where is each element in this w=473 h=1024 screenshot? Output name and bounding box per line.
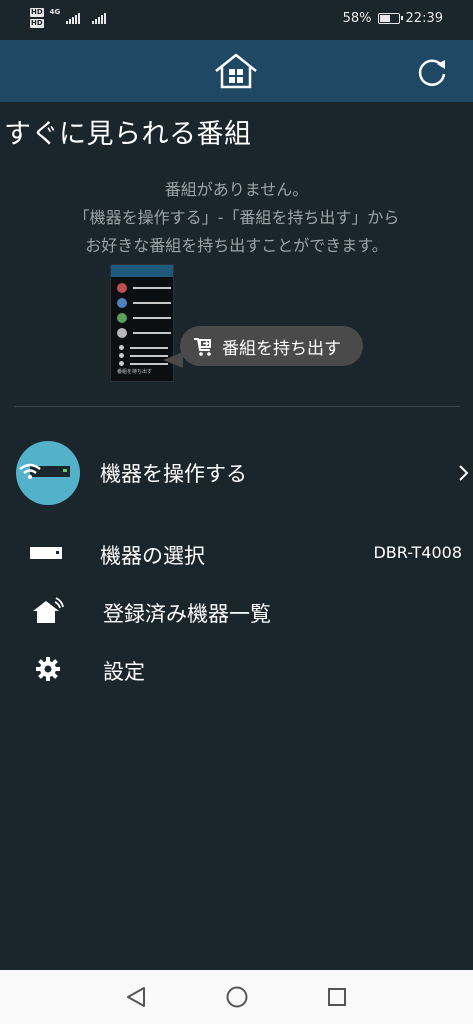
registered-devices-item[interactable]: 登録済み機器一覧 bbox=[0, 588, 473, 634]
hd-badge: HD bbox=[30, 19, 44, 28]
select-device-item[interactable]: 機器の選択 DBR-T4008 bbox=[0, 530, 473, 576]
chevron-right-icon bbox=[459, 465, 469, 481]
back-button[interactable] bbox=[123, 984, 149, 1010]
recorder-icon bbox=[30, 547, 62, 559]
refresh-button[interactable] bbox=[412, 52, 452, 92]
status-bar: HD HD 4G 58% 22:39 bbox=[0, 0, 473, 40]
back-icon bbox=[127, 987, 145, 1007]
illustration-caption: 番組を持ち出す bbox=[117, 369, 153, 375]
recents-button[interactable] bbox=[324, 984, 350, 1010]
circle-home-icon bbox=[226, 986, 248, 1008]
cart-icon bbox=[194, 338, 211, 356]
settings-label: 設定 bbox=[103, 660, 145, 684]
settings-item[interactable]: 設定 bbox=[0, 646, 473, 692]
empty-message: 番組がありません。 「機器を操作する」-「番組を持ち出す」から お好きな番組を持… bbox=[0, 176, 473, 260]
network-type: 4G bbox=[49, 8, 61, 16]
operate-device-item[interactable]: 機器を操作する bbox=[0, 436, 473, 510]
gear-icon bbox=[36, 657, 60, 681]
hd-badge: HD bbox=[30, 8, 44, 17]
recorder-wifi-icon bbox=[19, 463, 70, 480]
select-device-label: 機器の選択 bbox=[100, 544, 205, 568]
page-title: すぐに見られる番組 bbox=[4, 119, 252, 150]
takeout-label: 番組を持ち出す bbox=[222, 338, 341, 359]
battery-percent: 58% bbox=[342, 11, 372, 26]
bubble-tail bbox=[163, 352, 183, 368]
divider bbox=[14, 406, 460, 407]
home-nav-button[interactable] bbox=[224, 984, 250, 1010]
signal-icon bbox=[66, 12, 81, 24]
empty-message-line: 番組がありません。 bbox=[164, 180, 309, 199]
refresh-icon bbox=[418, 59, 446, 86]
system-nav-bar bbox=[0, 970, 473, 1024]
app-screen: HD HD 4G 58% 22:39 すぐに見られる番組 番組がありません。 「… bbox=[0, 0, 473, 1024]
app-header bbox=[0, 40, 473, 102]
battery-icon bbox=[377, 13, 403, 24]
home-button[interactable] bbox=[212, 50, 260, 92]
home-icon bbox=[215, 53, 257, 89]
registered-devices-label: 登録済み機器一覧 bbox=[103, 602, 271, 626]
empty-message-line: お好きな番組を持ち出すことができます。 bbox=[85, 236, 388, 255]
clock: 22:39 bbox=[405, 11, 443, 26]
home-wifi-icon bbox=[33, 597, 64, 623]
square-recents-icon bbox=[328, 988, 346, 1006]
signal-indicators: HD HD 4G bbox=[30, 8, 107, 28]
device-avatar bbox=[16, 441, 80, 505]
signal-icon bbox=[92, 12, 107, 24]
takeout-bubble: 番組を持ち出す bbox=[180, 326, 363, 366]
empty-message-line: 「機器を操作する」-「番組を持ち出す」から bbox=[73, 208, 400, 227]
operate-device-label: 機器を操作する bbox=[100, 462, 247, 486]
selected-device-value: DBR-T4008 bbox=[373, 543, 462, 562]
